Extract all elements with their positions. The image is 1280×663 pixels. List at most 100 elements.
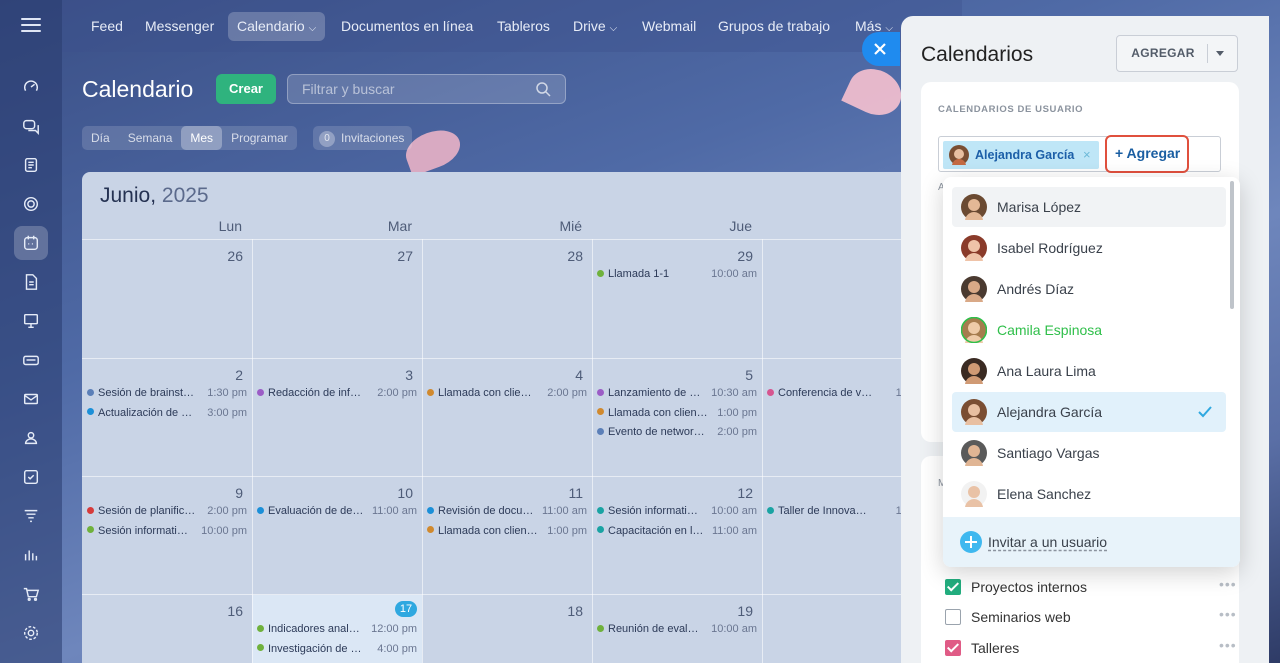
calendar-event[interactable]: Llamada con clien… 1:00 pm [597,405,757,421]
calendar-event[interactable]: Revisión de docu… 11:00 am [427,503,587,519]
chevron-down-icon[interactable] [1216,51,1224,56]
weekday-mar: Mar [387,218,412,234]
event-time: 1:00 pm [547,524,587,537]
remove-icon[interactable]: × [1083,141,1091,168]
agregar-split-button[interactable]: AGREGAR [1116,35,1238,72]
calendar-event[interactable]: Capacitación en l… 11:00 am [597,523,757,539]
user-option[interactable]: Isabel Rodríguez [952,228,1226,268]
mail-icon[interactable] [14,382,48,416]
nav-documentos[interactable]: Documentos en línea [332,12,482,41]
nav-drive[interactable]: Drive ⌵ [564,12,626,41]
calendar-event[interactable]: Redacción de inf… 2:00 pm [257,385,417,401]
checkbox[interactable] [945,609,961,625]
analytics-icon[interactable] [14,538,48,572]
event-color-dot [87,506,94,514]
nav-feed[interactable]: Feed [82,12,132,41]
section-heading: CALENDARIOS DE USUARIO [938,104,1084,115]
event-color-dot [257,388,264,396]
divider [1207,44,1208,63]
more-icon[interactable]: ••• [1219,606,1237,622]
event-color-dot [87,388,94,396]
day-number: 10 [397,485,413,501]
day-number: 28 [567,248,583,264]
drive-icon[interactable] [14,343,48,377]
user-option[interactable]: Camila Espinosa [952,310,1226,350]
calendar-event[interactable]: Taller de Innova…12:0 [767,503,912,519]
user-option[interactable]: Alejandra García [952,392,1226,432]
weekday-lun: Lun [218,218,242,234]
user-option[interactable]: Elena Sanchez [952,474,1226,514]
close-panel-button[interactable] [862,32,900,66]
invitations-button[interactable]: 0 Invitaciones [313,126,413,150]
calendar-event[interactable]: Llamada 1-1 10:00 am [597,266,757,282]
calendar-event[interactable]: Sesión de brainst… 1:30 pm [87,385,247,401]
nav-calendario[interactable]: Calendario ⌵ [228,12,326,41]
calendar-event[interactable]: Investigación de … 4:00 pm [257,641,417,657]
search-input[interactable] [288,75,528,103]
tab-dia[interactable]: Día [82,126,119,150]
calendar-event[interactable]: Evento de networ… 2:00 pm [597,424,757,440]
calendar-event[interactable]: Sesión informati… 10:00 am [597,503,757,519]
event-name: Evaluación de de… [268,505,364,517]
nav-tableros[interactable]: Tableros [488,12,559,41]
day-number: 18 [567,603,583,619]
nav-webmail[interactable]: Webmail [633,12,705,41]
event-name: Taller de Innova… [778,505,867,517]
calendar-event[interactable]: Conferencia de v…10:0 [767,385,912,401]
tab-semana[interactable]: Semana [119,126,182,150]
search-icon[interactable] [535,81,551,97]
activity-icon[interactable] [14,70,48,104]
target-icon[interactable] [14,187,48,221]
day-number: 5 [745,367,753,383]
checklist-icon[interactable] [14,460,48,494]
calendar-event[interactable]: Sesión de planific… 2:00 pm [87,503,247,519]
calendar-event[interactable]: Llamada con clien… 1:00 pm [427,523,587,539]
calendar-event[interactable]: Reunión de eval… 10:00 am [597,621,757,637]
calendar-name: Talleres [971,640,1020,656]
tab-programar[interactable]: Programar [222,126,297,150]
calendar-event[interactable]: Sesión informati… 10:00 pm [87,523,247,539]
calendar-event[interactable]: Actualización de … 3:00 pm [87,405,247,421]
grid-row-divider [82,476,912,477]
add-user-button[interactable]: + Agregar [1105,135,1189,173]
weekday-jue: Jue [729,218,752,234]
more-icon[interactable]: ••• [1219,637,1237,653]
tab-mes[interactable]: Mes [181,126,223,150]
groups-icon[interactable] [14,421,48,455]
nav-calendario-label: Calendario [237,18,305,34]
user-option[interactable]: Santiago Vargas [952,433,1226,473]
event-time: 10:30 am [711,387,757,399]
user-selector[interactable]: Alejandra García × + Agregar [938,135,1221,173]
tasks-icon[interactable] [14,148,48,182]
calendar-event[interactable]: Evaluación de de… 11:00 am [257,503,417,519]
filter-icon[interactable] [14,499,48,533]
check-icon [1198,406,1212,418]
user-option[interactable]: Ana Laura Lima [952,351,1226,391]
calendar-event[interactable]: Indicadores anal… 12:00 pm [257,621,417,637]
document-icon[interactable] [14,265,48,299]
cart-icon[interactable] [14,577,48,611]
invite-user-button[interactable]: Invitar a un usuario [943,517,1240,567]
nav-messenger[interactable]: Messenger [136,12,223,41]
user-option[interactable]: Andrés Díaz [952,269,1226,309]
day-number: 11 [568,485,583,501]
board-icon[interactable] [14,304,48,338]
view-tabs: Día Semana Mes Programar [82,126,297,150]
menu-icon[interactable] [21,18,41,32]
nav-grupos[interactable]: Grupos de trabajo [709,12,839,41]
checkbox[interactable] [945,579,961,595]
user-option[interactable]: Marisa López [952,187,1226,227]
calendar-event[interactable]: Lanzamiento de … 10:30 am [597,385,757,401]
avatar [961,358,987,384]
event-color-dot [257,506,264,514]
create-button[interactable]: Crear [216,74,276,104]
scrollbar[interactable] [1230,181,1234,309]
avatar [961,235,987,261]
event-color-dot [427,506,434,514]
calendar-icon[interactable] [14,226,48,260]
calendar-event[interactable]: Llamada con clie… 2:00 pm [427,385,587,401]
checkbox[interactable] [945,640,961,656]
chat-icon[interactable] [14,109,48,143]
more-icon[interactable]: ••• [1219,576,1237,592]
settings-icon[interactable] [14,616,48,650]
